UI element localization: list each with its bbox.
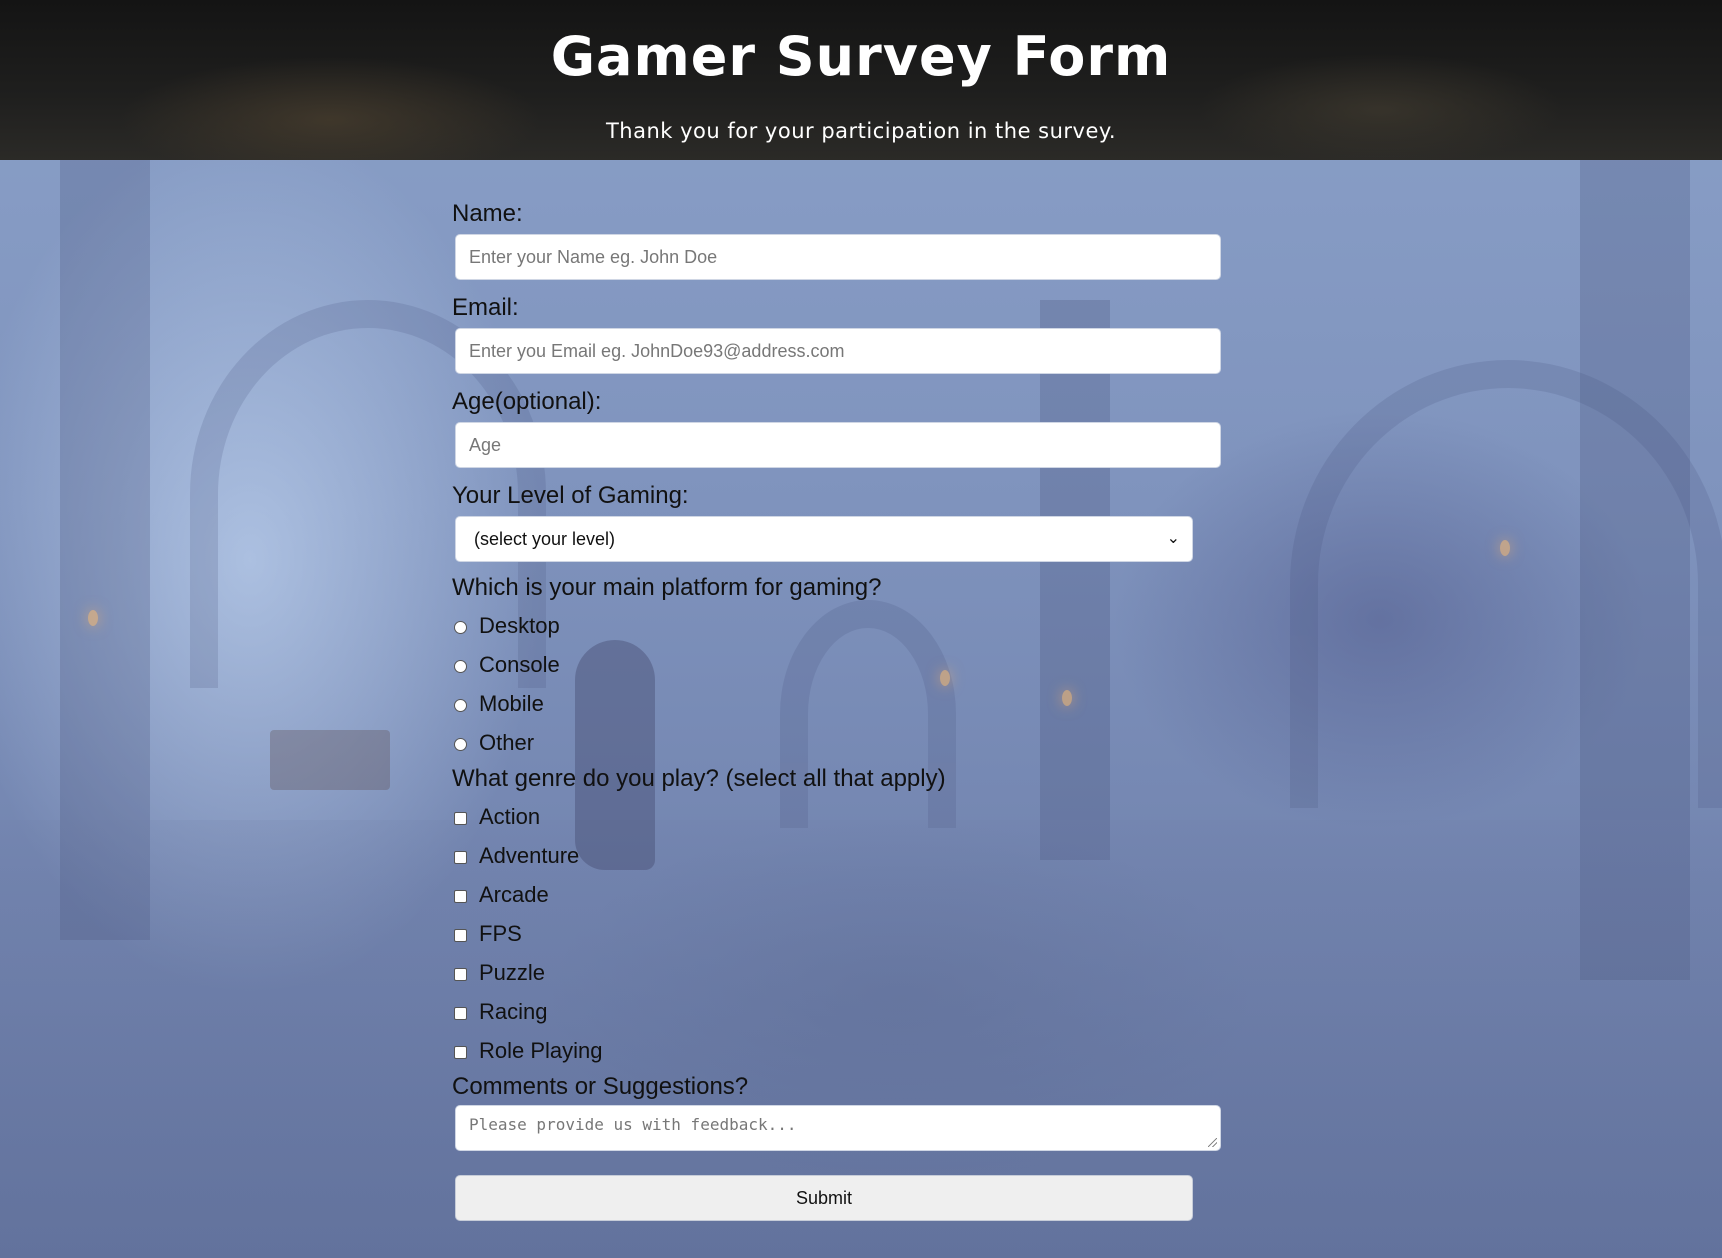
checkbox-label: Action [479,803,541,829]
genre-option-racing[interactable]: Racing [452,992,1222,1031]
genre-option-adventure[interactable]: Adventure [452,836,1222,875]
checkbox[interactable] [454,929,467,942]
email-input[interactable] [455,328,1221,374]
survey-form: Name: Email: Age(optional): Your Level o… [452,200,1222,1221]
survey-header: Gamer Survey Form Thank you for your par… [0,0,1722,160]
genre-option-role-playing[interactable]: Role Playing [452,1031,1222,1070]
platform-option-desktop[interactable]: Desktop [452,606,1222,645]
level-label: Your Level of Gaming: [452,482,689,509]
checkbox-label: FPS [479,920,522,946]
page-title: Gamer Survey Form [550,25,1172,88]
submit-button[interactable]: Submit [455,1175,1193,1221]
radio-button[interactable] [454,699,467,712]
page-description: Thank you for your participation in the … [605,119,1117,143]
checkbox[interactable] [454,851,467,864]
genre-option-puzzle[interactable]: Puzzle [452,953,1222,992]
platform-label: Which is your main platform for gaming? [452,574,882,601]
checkbox[interactable] [454,890,467,903]
checkbox-label: Role Playing [479,1037,603,1063]
platform-option-other[interactable]: Other [452,723,1222,762]
resize-grip-icon[interactable] [1208,1138,1217,1147]
email-label: Email: [452,294,519,321]
genre-label: What genre do you play? (select all that… [452,765,946,792]
comments-textarea[interactable]: Please provide us with feedback... [455,1105,1221,1151]
checkbox-label: Puzzle [479,959,546,985]
chevron-down-icon: ⌄ [1166,530,1180,547]
comments-label: Comments or Suggestions? [452,1073,749,1100]
radio-label: Desktop [479,612,560,638]
level-select-value: (select your level) [474,529,616,549]
checkbox-label: Arcade [479,881,549,907]
genre-option-arcade[interactable]: Arcade [452,875,1222,914]
age-label: Age(optional): [452,388,602,415]
radio-button[interactable] [454,660,467,673]
checkbox[interactable] [454,1007,467,1020]
radio-label: Other [479,729,535,755]
checkbox[interactable] [454,812,467,825]
radio-button[interactable] [454,738,467,751]
radio-label: Mobile [479,690,544,716]
genre-option-action[interactable]: Action [452,797,1222,836]
name-label: Name: [452,200,523,227]
checkbox-label: Adventure [479,842,580,868]
genre-option-fps[interactable]: FPS [452,914,1222,953]
checkbox-label: Racing [479,998,548,1024]
radio-button[interactable] [454,621,467,634]
radio-label: Console [479,651,560,677]
level-select[interactable]: (select your level) ⌄ [455,516,1193,562]
platform-option-console[interactable]: Console [452,645,1222,684]
name-input[interactable] [455,234,1221,280]
age-input[interactable] [455,422,1221,468]
comments-placeholder: Please provide us with feedback... [469,1115,797,1134]
checkbox[interactable] [454,1046,467,1059]
platform-option-mobile[interactable]: Mobile [452,684,1222,723]
checkbox[interactable] [454,968,467,981]
